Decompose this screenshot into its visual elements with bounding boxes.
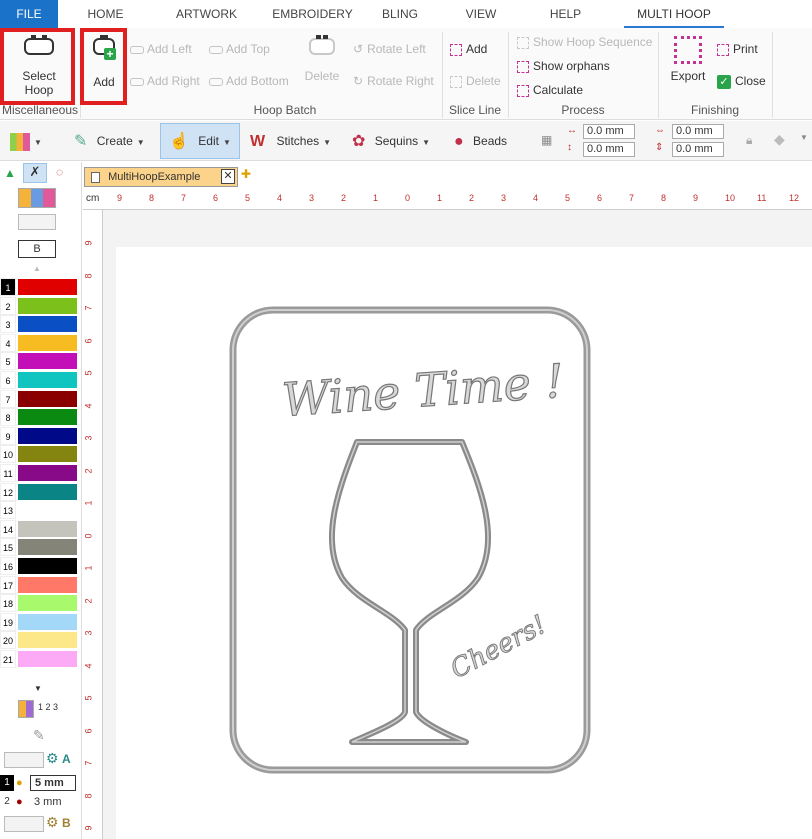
wine-glass-inner — [331, 441, 489, 743]
cheers-text[interactable]: Cheers! — [445, 609, 552, 685]
design-svg: Wine Time ! Cheers! — [229, 306, 591, 774]
wine-time-text[interactable]: Wine Time ! — [280, 353, 566, 428]
